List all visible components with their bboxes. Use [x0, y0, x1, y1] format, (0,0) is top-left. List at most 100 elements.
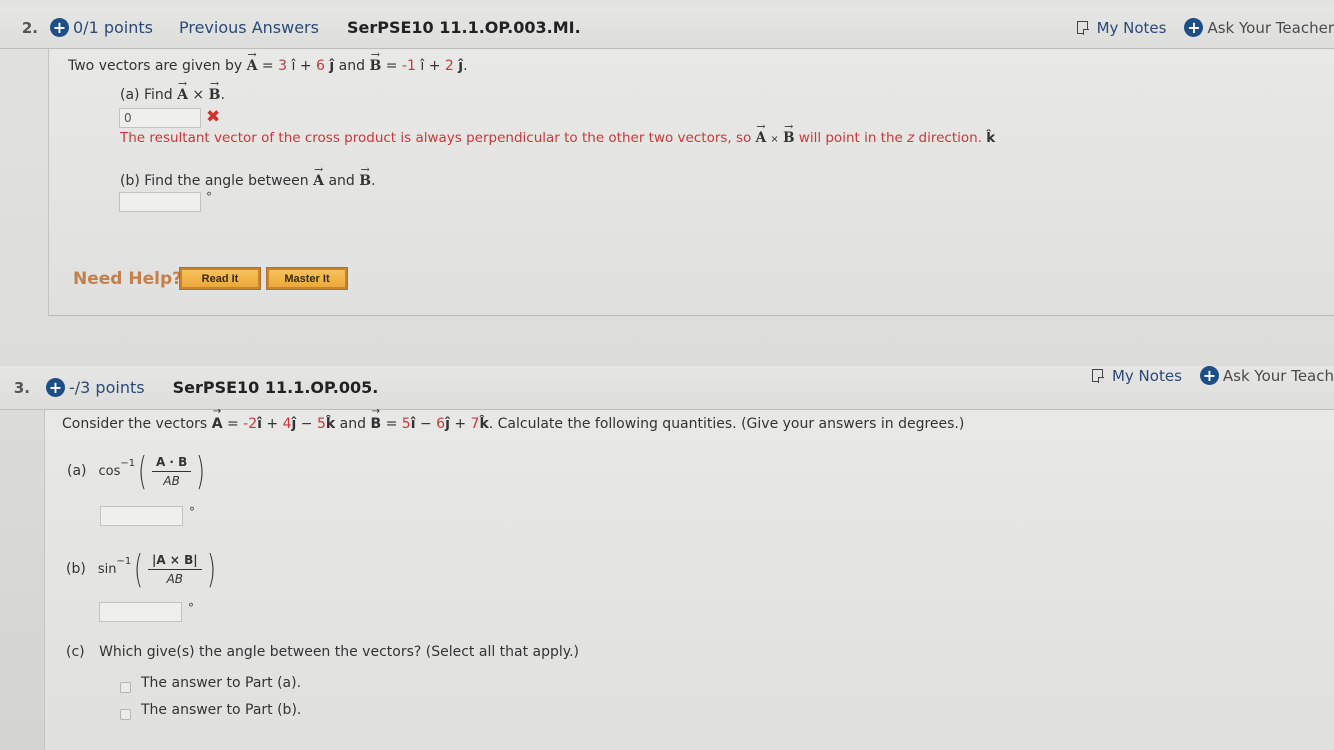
previous-answers-link[interactable]: Previous Answers: [179, 18, 319, 37]
q3-part-b-formula: (b) sin −1 ( |A × B| AB ): [66, 550, 218, 588]
option-a-checkbox[interactable]: [120, 682, 131, 693]
k-hat: k̂: [986, 130, 996, 146]
and-text: and: [338, 58, 365, 74]
question-3-body: [44, 410, 1334, 750]
denominator: AB: [166, 571, 184, 586]
func-name: sin: [97, 561, 117, 577]
times-sign: ×: [770, 134, 779, 145]
note-icon: [1076, 21, 1089, 35]
question-3-prompt: Consider the vectors → A = -2î + 4ĵ − 5k̂…: [62, 406, 965, 432]
question-code: SerPSE10 11.1.OP.005.: [172, 378, 379, 397]
part-a-answer-input[interactable]: 0: [119, 108, 201, 128]
need-help-label: Need Help?: [73, 269, 182, 289]
vector-a: → A: [246, 48, 258, 74]
points-label: -/3 points: [69, 378, 145, 397]
incorrect-x-icon: ✖: [206, 107, 221, 127]
question-number: 2.: [21, 18, 38, 37]
prompt-text: Two vectors are given by: [68, 58, 243, 74]
vector-b: → B: [369, 48, 382, 74]
j-hat: ĵ: [458, 58, 464, 74]
ask-teacher-link[interactable]: + Ask Your Teacher: [1184, 18, 1334, 37]
my-notes-link[interactable]: My Notes: [1076, 18, 1167, 37]
vector-a: → A: [755, 120, 767, 146]
a-k-coef: 5: [316, 416, 326, 432]
plus-circle-icon: +: [1199, 366, 1219, 385]
header-links: My Notes + Ask Your Teacher: [1076, 18, 1334, 37]
my-notes-link[interactable]: My Notes: [1091, 367, 1182, 385]
b-j-coef: 6: [436, 416, 446, 432]
q3-part-c-question: (c) Which give(s) the angle between the …: [66, 644, 579, 660]
plus: +: [428, 58, 441, 74]
feedback-text-3: direction.: [918, 130, 982, 146]
i-hat: î: [420, 58, 425, 74]
left-paren: (: [134, 547, 144, 591]
plus: +: [299, 58, 312, 74]
points-label: 0/1 points: [73, 18, 153, 37]
option-b-checkbox[interactable]: [120, 709, 131, 720]
vector-a: → A: [177, 77, 188, 103]
my-notes-label: My Notes: [1096, 18, 1167, 37]
b-j-coef: 2: [444, 58, 454, 74]
part-b-text: (b) Find the angle between: [120, 173, 309, 189]
z-axis: z: [907, 130, 915, 146]
read-it-button[interactable]: Read It: [179, 267, 261, 290]
question-code: SerPSE10 11.1.OP.003.MI.: [346, 18, 581, 37]
option-b-label: The answer to Part (b).: [141, 702, 302, 718]
a-j-coef: 4: [282, 416, 292, 432]
i-hat: î: [291, 58, 296, 74]
master-it-button[interactable]: Master It: [266, 267, 348, 290]
plus-circle-icon: +: [1184, 18, 1204, 37]
part-a-text: (a) Find: [120, 87, 173, 103]
part-c-text: Which give(s) the angle between the vect…: [99, 644, 579, 660]
q3-part-b-input[interactable]: [99, 602, 182, 622]
vector-a: → A: [313, 163, 324, 189]
vector-b: → B: [370, 406, 382, 432]
prompt-text: Consider the vectors: [62, 416, 208, 432]
a-i-coef: -2: [243, 416, 258, 432]
b-i-coef: -1: [401, 58, 416, 74]
equals: =: [257, 58, 279, 74]
numerator: A · B: [151, 455, 192, 472]
times-sign: ×: [192, 87, 205, 103]
question-3-header: 3. + -/3 points SerPSE10 11.1.OP.005. My…: [0, 366, 1334, 410]
feedback-text: The resultant vector of the cross produc…: [120, 130, 752, 146]
part-label: (b): [66, 561, 86, 577]
j-hat: ĵ: [329, 58, 335, 74]
header-links: My Notes + Ask Your Teach: [1091, 366, 1334, 385]
vector-b: → B: [359, 163, 372, 189]
part-a-label: (a) Find → A × → B.: [120, 77, 225, 103]
option-a-label: The answer to Part (a).: [141, 675, 302, 691]
expand-plus-icon[interactable]: +: [50, 18, 69, 37]
degree-unit: °: [188, 601, 194, 615]
note-icon: [1091, 369, 1104, 383]
prompt-text-2: . Calculate the following quantities. (G…: [488, 416, 965, 432]
part-a-feedback: The resultant vector of the cross produc…: [120, 120, 996, 146]
right-paren: ): [196, 449, 206, 493]
part-label: (a): [67, 463, 87, 479]
q3-part-a-input[interactable]: [100, 506, 183, 526]
and-text: and: [328, 173, 355, 189]
equals: =: [381, 58, 402, 74]
degree-unit: °: [206, 190, 212, 204]
left-paren: (: [138, 449, 148, 493]
vector-b: → B: [208, 77, 221, 103]
vector-b: → B: [783, 120, 795, 146]
and-text: and: [339, 416, 366, 432]
part-b-label: (b) Find the angle between → A and → B.: [120, 163, 376, 189]
question-2-prompt: Two vectors are given by → A = 3 î + 6 ĵ …: [68, 48, 468, 74]
numerator: |A × B|: [148, 553, 202, 570]
vector-a: → A: [211, 406, 223, 432]
q3-part-a-formula: (a) cos −1 ( A · B AB ): [67, 452, 208, 490]
ask-teacher-link[interactable]: + Ask Your Teach: [1199, 366, 1334, 385]
ask-teacher-label: Ask Your Teach: [1222, 366, 1334, 385]
func-name: cos: [98, 463, 121, 479]
part-b-answer-input[interactable]: [119, 192, 201, 212]
fraction: A · B AB: [151, 455, 192, 488]
a-i-coef: 3: [278, 58, 288, 74]
question-2-header: 2. + 0/1 points Previous Answers SerPSE1…: [0, 7, 1334, 49]
b-i-coef: 5: [401, 416, 411, 432]
expand-plus-icon[interactable]: +: [46, 378, 65, 397]
feedback-text-2: will point in the: [798, 130, 903, 146]
exponent: −1: [116, 556, 132, 567]
exponent: −1: [120, 458, 136, 469]
